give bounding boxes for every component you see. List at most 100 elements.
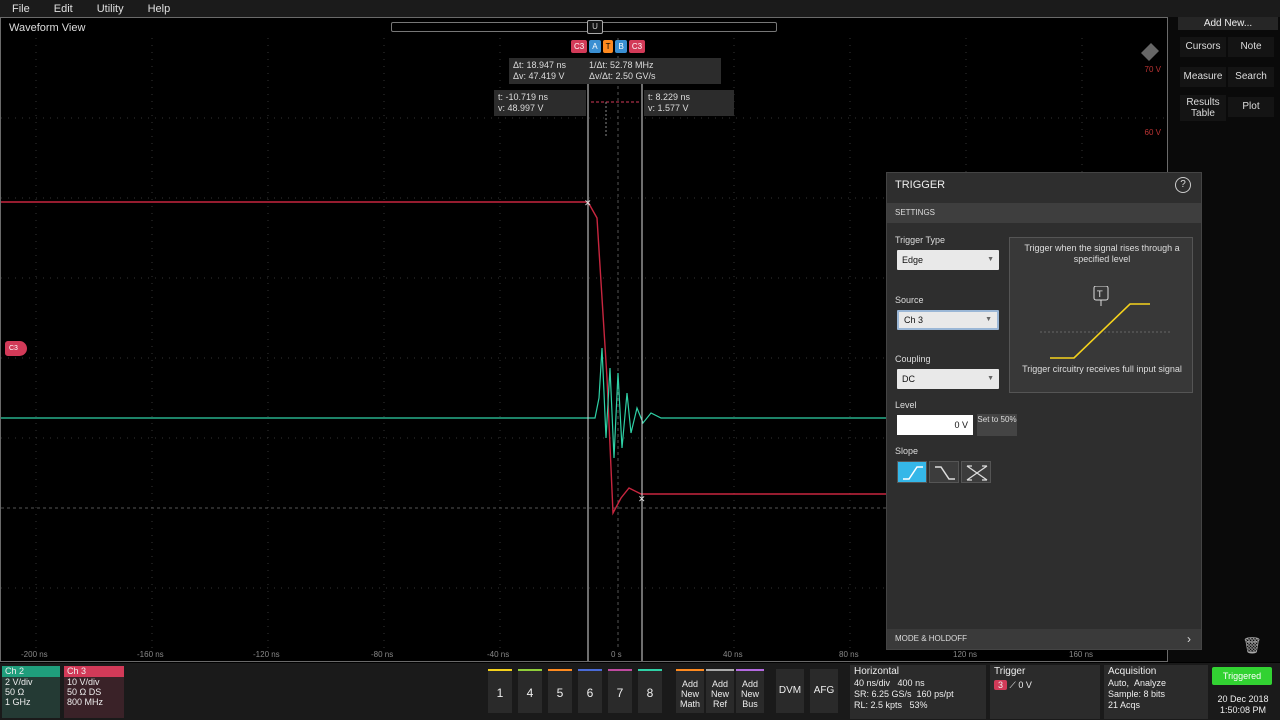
time-display: 1:50:08 PM (1219, 705, 1267, 715)
acquisition-panel[interactable]: Acquisition Auto, Analyze Sample: 8 bits… (1104, 665, 1208, 719)
chevron-down-icon: ▼ (987, 256, 994, 263)
record-length: RL: 2.5 kpts (854, 700, 903, 710)
slope-rising-button[interactable] (897, 461, 927, 483)
menu-utility[interactable]: Utility (85, 3, 136, 15)
trigger-source-badge: 3 (994, 680, 1008, 690)
plot-button[interactable]: Plot (1228, 97, 1274, 117)
rising-edge-icon: ⟋ (1009, 680, 1016, 690)
ch2-name: Ch 2 (2, 666, 60, 677)
coupling-label: Coupling (895, 354, 931, 364)
sample-rate: SR: 6.25 GS/s (854, 689, 912, 699)
cursor-a-readout[interactable]: t: -10.719 ns v: 48.997 V (494, 90, 586, 116)
afg-button[interactable]: AFG (810, 669, 838, 713)
svg-text:✕: ✕ (584, 199, 592, 209)
channel-8-button[interactable]: 8 (638, 669, 662, 713)
run-status-badge[interactable]: Triggered (1212, 667, 1272, 685)
horizontal-scale: 40 ns/div (854, 678, 891, 688)
ch2-impedance: 50 Ω (5, 687, 25, 697)
slope-falling-button[interactable] (929, 461, 959, 483)
acquisition-count: 21 Acqs (1108, 700, 1141, 710)
time-tick: 160 ns (1069, 650, 1094, 659)
time-tick: -200 ns (21, 650, 48, 659)
date-time-display: 20 Dec 2018 1:50:08 PM (1212, 694, 1274, 716)
trigger-panel-title: Trigger (994, 666, 1026, 677)
delta-v-readout: Δv: 47.419 V (513, 71, 565, 81)
note-button[interactable]: Note (1228, 37, 1274, 57)
acquisition-mode: Auto, (1108, 678, 1130, 688)
menu-file[interactable]: File (0, 3, 42, 15)
coupling-dropdown[interactable]: DC ▼ (897, 369, 999, 389)
chevron-right-icon: › (1187, 632, 1191, 646)
menu-bar: File Edit Utility Help (0, 0, 1280, 17)
either-edge-icon (966, 465, 988, 481)
time-tick: 0 s (611, 650, 622, 659)
trigger-info-description: Trigger when the signal rises through a … (1024, 243, 1180, 264)
cursor-b-readout[interactable]: t: 8.229 ns v: 1.577 V (644, 90, 734, 116)
tag-cursor-b[interactable]: B (615, 40, 627, 53)
tag-trigger-position[interactable]: T (602, 40, 614, 53)
channel-4-button[interactable]: 4 (518, 669, 542, 713)
settings-section-header[interactable]: SETTINGS (887, 203, 1201, 223)
channel-6-button[interactable]: 6 (578, 669, 602, 713)
slew-readout: Δv/Δt: 2.50 GV/s (589, 71, 656, 81)
rising-edge-diagram-icon: T (1040, 286, 1170, 359)
results-table-button[interactable]: Results Table (1180, 95, 1226, 121)
trigger-diagram-label: T (1096, 290, 1103, 300)
horizontal-title: Horizontal (854, 666, 900, 677)
source-value: Ch 3 (904, 315, 924, 325)
ch3-offset-marker[interactable]: C3 (5, 341, 27, 356)
cursors-button[interactable]: Cursors (1180, 37, 1226, 57)
horizontal-panel[interactable]: Horizontal 40 ns/div 400 ns SR: 6.25 GS/… (850, 665, 986, 719)
add-new-header: Add New... (1178, 17, 1278, 30)
level-label: Level (895, 400, 917, 410)
time-tick: 120 ns (953, 650, 978, 659)
menu-help[interactable]: Help (136, 3, 183, 15)
channel-1-button[interactable]: 1 (488, 669, 512, 713)
ch2-scale: 2 V/div (5, 677, 33, 687)
ch2-badge[interactable]: Ch 2 2 V/div 50 Ω 1 GHz (2, 666, 60, 718)
svg-text:✕: ✕ (638, 495, 646, 505)
trigger-info-panel: Trigger when the signal rises through a … (1009, 237, 1193, 393)
ch3-badge[interactable]: Ch 3 10 V/div 50 Ω DS 800 MHz (64, 666, 124, 718)
mode-holdoff-label: MODE & HOLDOFF (895, 634, 968, 643)
add-new-math-button[interactable]: Add New Math (676, 669, 704, 713)
trigger-panel[interactable]: Trigger 3 ⟋ 0 V (990, 665, 1100, 719)
horizontal-position: 400 ns (897, 678, 925, 688)
slope-either-button[interactable] (961, 461, 991, 483)
trigger-dialog[interactable]: TRIGGER ? SETTINGS Trigger Type Edge ▼ S… (886, 172, 1202, 650)
time-per-point: 160 ps/pt (916, 689, 954, 699)
slope-label: Slope (895, 446, 919, 456)
channel-7-button[interactable]: 7 (608, 669, 632, 713)
menu-edit[interactable]: Edit (42, 3, 85, 15)
cursor-a-voltage: v: 48.997 V (498, 103, 544, 113)
trigger-type-dropdown[interactable]: Edge ▼ (897, 250, 999, 270)
channel-5-button[interactable]: 5 (548, 669, 572, 713)
trash-icon[interactable]: 🗑 (1242, 636, 1262, 656)
chevron-down-icon: ▼ (987, 375, 994, 382)
ch3-name: Ch 3 (64, 666, 124, 677)
add-new-bus-button[interactable]: Add New Bus (736, 669, 764, 713)
help-icon[interactable]: ? (1175, 177, 1191, 193)
level-input[interactable]: 0 V (897, 415, 973, 435)
ch3-scale: 10 V/div (67, 677, 100, 687)
dvm-button[interactable]: DVM (776, 669, 804, 713)
falling-edge-icon (935, 466, 955, 480)
time-tick: -120 ns (253, 650, 280, 659)
search-button[interactable]: Search (1228, 67, 1274, 87)
source-dropdown[interactable]: Ch 3 ▼ (897, 310, 999, 330)
cursor-a-time: t: -10.719 ns (498, 92, 549, 102)
tag-ch3-right[interactable]: C3 (628, 40, 646, 53)
scale-label-70v: 70 V (1144, 65, 1161, 74)
tag-ch3-left[interactable]: C3 (571, 40, 588, 53)
bottom-settings-bar: Ch 2 2 V/div 50 Ω 1 GHz Ch 3 10 V/div 50… (0, 663, 1280, 720)
set-to-50-button[interactable]: Set to 50% (977, 414, 1017, 436)
acquisition-sample-bits: Sample: 8 bits (1108, 689, 1166, 699)
mode-holdoff-section[interactable]: MODE & HOLDOFF › (887, 629, 1201, 649)
add-new-ref-button[interactable]: Add New Ref (706, 669, 734, 713)
cursor-tags: C3 A T B C3 (571, 40, 646, 54)
trigger-position-percent: 53% (909, 700, 928, 710)
trigger-level-value: 0 V (1018, 680, 1032, 690)
cursor-delta-readout[interactable]: Δt: 18.947 ns Δv: 47.419 V 1/Δt: 52.78 M… (509, 58, 721, 84)
measure-button[interactable]: Measure (1180, 67, 1226, 87)
tag-cursor-a[interactable]: A (589, 40, 601, 53)
